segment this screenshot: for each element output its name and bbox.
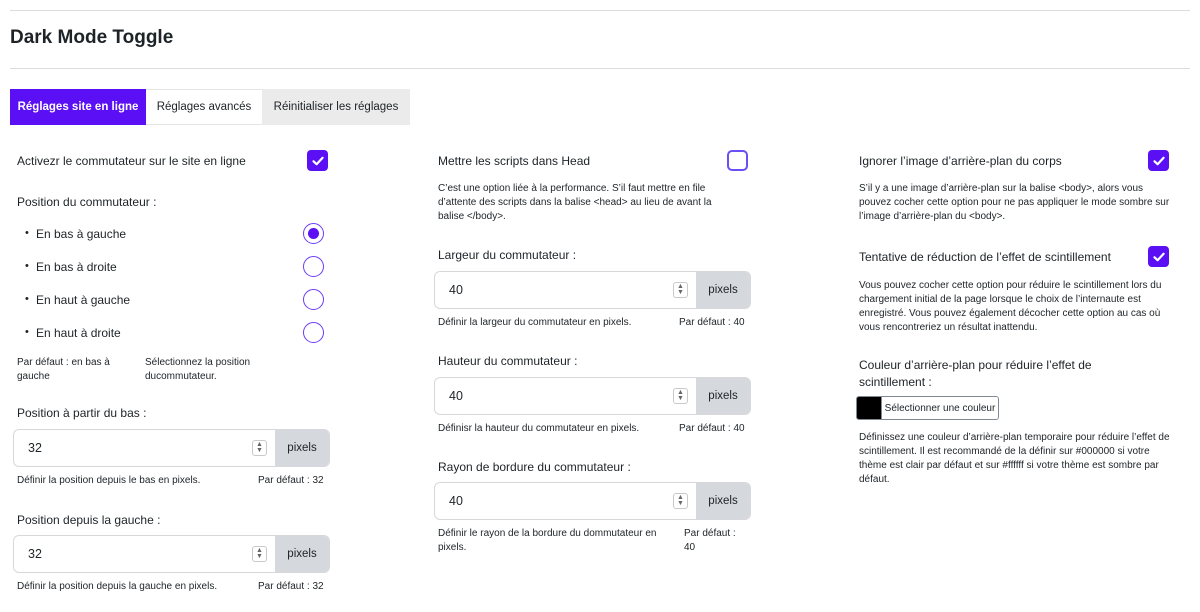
toggle-width-unit: pixels [696, 272, 750, 308]
scripts-in-head-label: Mettre les scripts dans Head [438, 154, 591, 168]
left-offset-help: Définir la position depuis la gauche en … [17, 581, 218, 592]
reduce-flicker-help: Vous pouvez cocher cette option pour réd… [859, 280, 1162, 333]
toggle-radius-input[interactable]: 40 ▲ ▼ [435, 483, 696, 519]
ignore-body-bg-label: Ignorer l’image d’arrière-plan du corps [859, 154, 1062, 168]
position-option-top-right: En haut à droite [25, 326, 121, 340]
enable-toggle-label: Activezr le commutateur sur le site en l… [17, 154, 246, 168]
position-radio-bottom-right[interactable] [303, 256, 324, 277]
toggle-width-value: 40 [449, 283, 463, 297]
ignore-body-bg-help: S’il y a une image d’arrière-plan sur la… [859, 183, 1170, 222]
stepper-icon[interactable]: ▲ ▼ [673, 493, 688, 509]
tab-live-settings[interactable]: Réglages site en ligne [10, 89, 146, 125]
left-offset-value: 32 [28, 547, 42, 561]
position-radio-top-right[interactable] [303, 322, 324, 343]
checkmark-icon [1152, 252, 1165, 261]
bottom-offset-help: Définir la position depuis le bas en pix… [17, 475, 201, 486]
title-divider [10, 68, 1190, 69]
toggle-height-field: 40 ▲ ▼ pixels [434, 377, 751, 415]
color-swatch [857, 397, 881, 419]
position-help-text: Sélectionnez la position ducommutateur. [145, 357, 251, 382]
scripts-in-head-checkbox[interactable] [727, 150, 748, 171]
left-offset-default: Par défaut : 32 [258, 581, 324, 592]
checkmark-icon [1152, 156, 1165, 165]
radio-selected-dot [308, 228, 319, 239]
toggle-radius-help: Définir le rayon de la bordure du dommut… [438, 528, 657, 553]
bottom-offset-value: 32 [28, 441, 42, 455]
left-offset-field: 32 ▲ ▼ pixels [13, 535, 330, 573]
position-default-text: Par défaut : en bas à gauche [17, 357, 110, 382]
bottom-offset-input[interactable]: 32 ▲ ▼ [14, 430, 275, 466]
top-divider [10, 10, 1190, 11]
scripts-in-head-help: C’est une option liée à la performance. … [438, 183, 712, 222]
toggle-height-unit: pixels [696, 378, 750, 414]
flicker-bg-color-label: Couleur d’arrière-plan pour réduire l’ef… [859, 358, 1092, 389]
toggle-width-default: Par défaut : 40 [679, 317, 745, 328]
left-offset-input[interactable]: 32 ▲ ▼ [14, 536, 275, 572]
reduce-flicker-checkbox[interactable] [1148, 246, 1169, 267]
stepper-icon[interactable]: ▲ ▼ [252, 546, 267, 562]
toggle-height-help: Définisr la hauteur du commutateur en pi… [438, 423, 640, 434]
stepper-icon[interactable]: ▲ ▼ [673, 282, 688, 298]
toggle-radius-field: 40 ▲ ▼ pixels [434, 482, 751, 520]
flicker-bg-color-help: Définissez une couleur d’arrière-plan te… [859, 432, 1170, 485]
position-radio-top-left[interactable] [303, 289, 324, 310]
toggle-height-input[interactable]: 40 ▲ ▼ [435, 378, 696, 414]
toggle-width-help: Définir la largeur du commutateur en pix… [438, 317, 632, 328]
select-color-button[interactable]: Sélectionner une couleur [881, 397, 998, 419]
toggle-radius-label: Rayon de bordure du commutateur : [438, 460, 631, 474]
bottom-offset-field: 32 ▲ ▼ pixels [13, 429, 330, 467]
position-option-bottom-right: En bas à droite [25, 260, 117, 274]
bottom-offset-default: Par défaut : 32 [258, 475, 324, 486]
toggle-width-label: Largeur du commutateur : [438, 248, 577, 262]
toggle-height-value: 40 [449, 389, 463, 403]
toggle-radius-unit: pixels [696, 483, 750, 519]
toggle-width-field: 40 ▲ ▼ pixels [434, 271, 751, 309]
position-option-top-left: En haut à gauche [25, 293, 130, 307]
tab-reset-settings[interactable]: Réinitialiser les réglages [262, 89, 410, 125]
left-offset-label: Position depuis la gauche : [17, 513, 161, 527]
checkmark-icon [311, 156, 324, 165]
flicker-bg-color-picker[interactable]: Sélectionner une couleur [856, 396, 999, 420]
stepper-icon[interactable]: ▲ ▼ [673, 388, 688, 404]
tab-advanced-settings[interactable]: Réglages avancés [146, 89, 262, 125]
toggle-height-default: Par défaut : 40 [679, 423, 745, 434]
toggle-height-label: Hauteur du commutateur : [438, 354, 578, 368]
ignore-body-bg-checkbox[interactable] [1148, 150, 1169, 171]
enable-toggle-checkbox[interactable] [307, 150, 328, 171]
toggle-radius-value: 40 [449, 494, 463, 508]
toggle-width-input[interactable]: 40 ▲ ▼ [435, 272, 696, 308]
page-title: Dark Mode Toggle [10, 27, 174, 48]
position-option-bottom-left: En bas à gauche [25, 227, 126, 241]
bottom-offset-unit: pixels [275, 430, 329, 466]
left-offset-unit: pixels [275, 536, 329, 572]
bottom-offset-label: Position à partir du bas : [17, 406, 147, 420]
position-radio-bottom-left[interactable] [303, 223, 324, 244]
position-label: Position du commutateur : [17, 195, 157, 209]
toggle-radius-default: Par défaut : 40 [684, 528, 736, 553]
reduce-flicker-label: Tentative de réduction de l’effet de sci… [859, 250, 1111, 264]
stepper-icon[interactable]: ▲ ▼ [252, 440, 267, 456]
